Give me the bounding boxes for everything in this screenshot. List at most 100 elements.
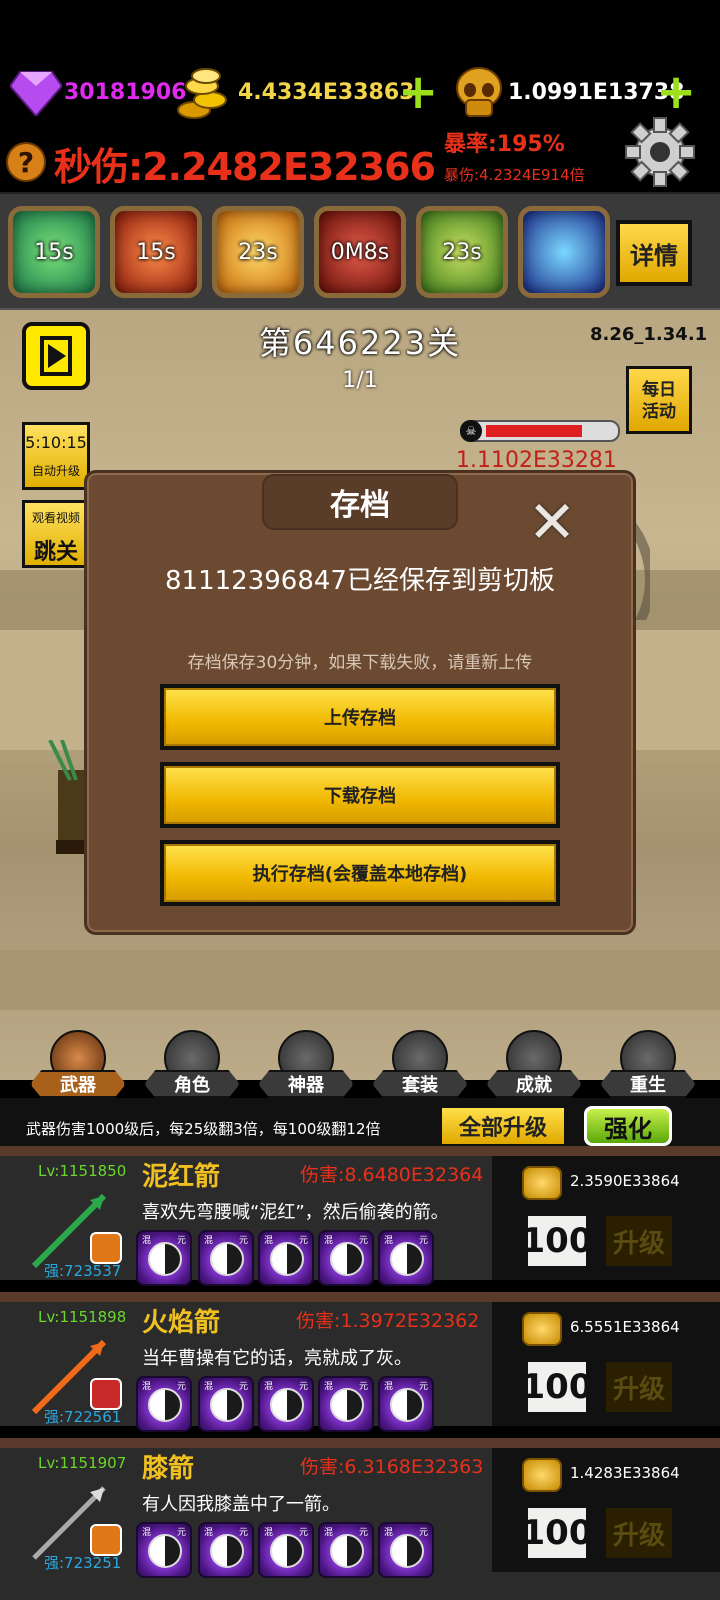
orb-label: 混 xyxy=(264,1528,274,1538)
tab-set[interactable]: 套装 xyxy=(362,1030,472,1098)
gem-count: 30181906 xyxy=(64,80,187,105)
skull-small-icon: ☠ xyxy=(460,420,482,442)
add-gold-button[interactable]: + xyxy=(398,68,438,116)
tab-character[interactable]: 角色 xyxy=(134,1030,244,1098)
orb-label: 混 xyxy=(264,1236,274,1246)
orb-label: 元 xyxy=(238,1528,248,1538)
orb-label: 元 xyxy=(298,1236,308,1246)
upgrade-cost: 2.3590E33864 xyxy=(570,1172,680,1190)
weapon-description: 当年曹操有它的话，亮就成了灰。 xyxy=(142,1348,412,1369)
enhance-button[interactable]: 强化 xyxy=(582,1104,674,1148)
orb-label: 混 xyxy=(142,1382,152,1392)
skill-slot-6[interactable] xyxy=(518,206,610,298)
upgrade-button[interactable]: 升级 xyxy=(602,1358,676,1416)
gold-coins-icon xyxy=(522,1166,562,1200)
orb-label: 元 xyxy=(298,1528,308,1538)
hunyuan-orb: 混元 xyxy=(258,1522,314,1578)
skill-slot-2[interactable]: 15s xyxy=(110,206,202,298)
skills-bar: 15s 15s 23s 0M8s 23s 详情 xyxy=(0,192,720,310)
orb-label: 元 xyxy=(238,1382,248,1392)
auto-upgrade-label: 自动升级 xyxy=(31,464,80,478)
weapon-name: 泥红箭 xyxy=(142,1162,221,1192)
orb-label: 混 xyxy=(384,1236,394,1246)
upgrade-all-button[interactable]: 全部升级 xyxy=(440,1106,566,1146)
apply-save-label: 执行存档(会覆盖本地存档) xyxy=(164,844,556,902)
upgrade-button[interactable]: 升级 xyxy=(602,1504,676,1562)
upgrade-cost: 1.4283E33864 xyxy=(570,1464,680,1482)
tab-weapons[interactable]: 武器 xyxy=(20,1030,130,1098)
download-save-label: 下载存档 xyxy=(164,766,556,824)
upload-save-button[interactable]: 上传存档 xyxy=(160,684,560,750)
daily-event-button[interactable]: 每日 活动 xyxy=(626,366,692,434)
hunyuan-orb: 混元 xyxy=(378,1376,434,1432)
orb-label: 混 xyxy=(384,1382,394,1392)
apply-save-button[interactable]: 执行存档(会覆盖本地存档) xyxy=(160,840,560,906)
orb-label: 混 xyxy=(384,1528,394,1538)
enhance-label: 强化 xyxy=(587,1109,669,1143)
skill-slot-4[interactable]: 0M8s xyxy=(314,206,406,298)
download-save-button[interactable]: 下载存档 xyxy=(160,762,560,828)
hunyuan-orb: 混元 xyxy=(136,1522,192,1578)
yin-yang-icon xyxy=(270,1534,304,1568)
crit-rate: 暴率:195% xyxy=(444,132,565,157)
tab-label: 武器 xyxy=(30,1070,126,1098)
orb-label: 元 xyxy=(418,1528,428,1538)
orb-label: 元 xyxy=(418,1236,428,1246)
orb-label: 元 xyxy=(176,1382,186,1392)
skull-icon xyxy=(456,67,502,117)
orb-label: 元 xyxy=(358,1528,368,1538)
close-icon[interactable]: ✕ xyxy=(524,493,580,551)
hunyuan-orb: 混元 xyxy=(318,1522,374,1578)
skill-slot-1[interactable]: 15s xyxy=(8,206,100,298)
weapon-description: 有人因我膝盖中了一箭。 xyxy=(142,1494,340,1515)
weapon-name: 膝箭 xyxy=(142,1454,195,1484)
dialog-title: 存档 xyxy=(262,474,458,530)
yin-yang-icon xyxy=(390,1534,424,1568)
tab-achievement[interactable]: 成就 xyxy=(476,1030,586,1098)
skill-cooldown: 15s xyxy=(136,239,176,265)
skill-slot-5[interactable]: 23s xyxy=(416,206,508,298)
save-code-message: 81112396847已经保存到剪切板 xyxy=(165,566,555,596)
orb-label: 元 xyxy=(418,1382,428,1392)
yin-yang-icon xyxy=(210,1388,244,1422)
upgrade-button[interactable]: 升级 xyxy=(602,1212,676,1270)
bottom-tabs: 武器 角色 神器 套装 成就 重生 xyxy=(0,1030,720,1098)
hunyuan-orb: 混元 xyxy=(136,1376,192,1432)
hunyuan-orb: 混元 xyxy=(198,1376,254,1432)
orb-label: 混 xyxy=(324,1236,334,1246)
upgrade-count[interactable]: 100 xyxy=(522,1358,593,1416)
upgrade-count[interactable]: 100 xyxy=(522,1504,593,1562)
tab-rebirth[interactable]: 重生 xyxy=(590,1030,700,1098)
skill-slot-3[interactable]: 23s xyxy=(212,206,304,298)
weapon-description: 喜欢先弯腰喊“泥红”，然后偷袭的箭。 xyxy=(142,1202,449,1223)
yin-yang-icon xyxy=(330,1242,364,1276)
orb-label: 混 xyxy=(324,1528,334,1538)
skill-cooldown: 23s xyxy=(442,239,482,265)
upgrade-count[interactable]: 100 xyxy=(522,1212,593,1270)
detail-button[interactable]: 详情 xyxy=(616,220,692,286)
hunyuan-orb: 混元 xyxy=(378,1522,434,1578)
orb-label: 混 xyxy=(142,1528,152,1538)
gold-coins-icon xyxy=(522,1312,562,1346)
weapon-enhance: 强:723537 xyxy=(44,1262,122,1280)
add-skull-button[interactable]: + xyxy=(656,68,696,116)
play-button[interactable] xyxy=(22,322,90,390)
orb-label: 元 xyxy=(238,1236,248,1246)
hunyuan-orb: 混元 xyxy=(378,1230,434,1286)
weapon-enhance: 强:722561 xyxy=(44,1408,122,1426)
yin-yang-icon xyxy=(148,1242,182,1276)
dps-text: 秒伤:2.2482E32366 xyxy=(54,145,436,189)
bg-dirt xyxy=(0,950,720,1010)
tab-artifact[interactable]: 神器 xyxy=(248,1030,358,1098)
question-icon[interactable]: ? xyxy=(6,142,46,182)
skip-level-button[interactable]: 观看视频 跳关 xyxy=(22,500,90,568)
upgrade-cost: 6.5551E33864 xyxy=(570,1318,680,1336)
yin-yang-icon xyxy=(210,1534,244,1568)
orb-label: 元 xyxy=(358,1382,368,1392)
yin-yang-icon xyxy=(390,1388,424,1422)
auto-upgrade-button[interactable]: 5:10:15 自动升级 xyxy=(22,422,90,490)
gold-coins-icon xyxy=(522,1458,562,1492)
weapon-damage: 伤害:1.3972E32362 xyxy=(296,1310,480,1332)
orb-label: 混 xyxy=(264,1382,274,1392)
gear-icon[interactable] xyxy=(624,116,696,188)
